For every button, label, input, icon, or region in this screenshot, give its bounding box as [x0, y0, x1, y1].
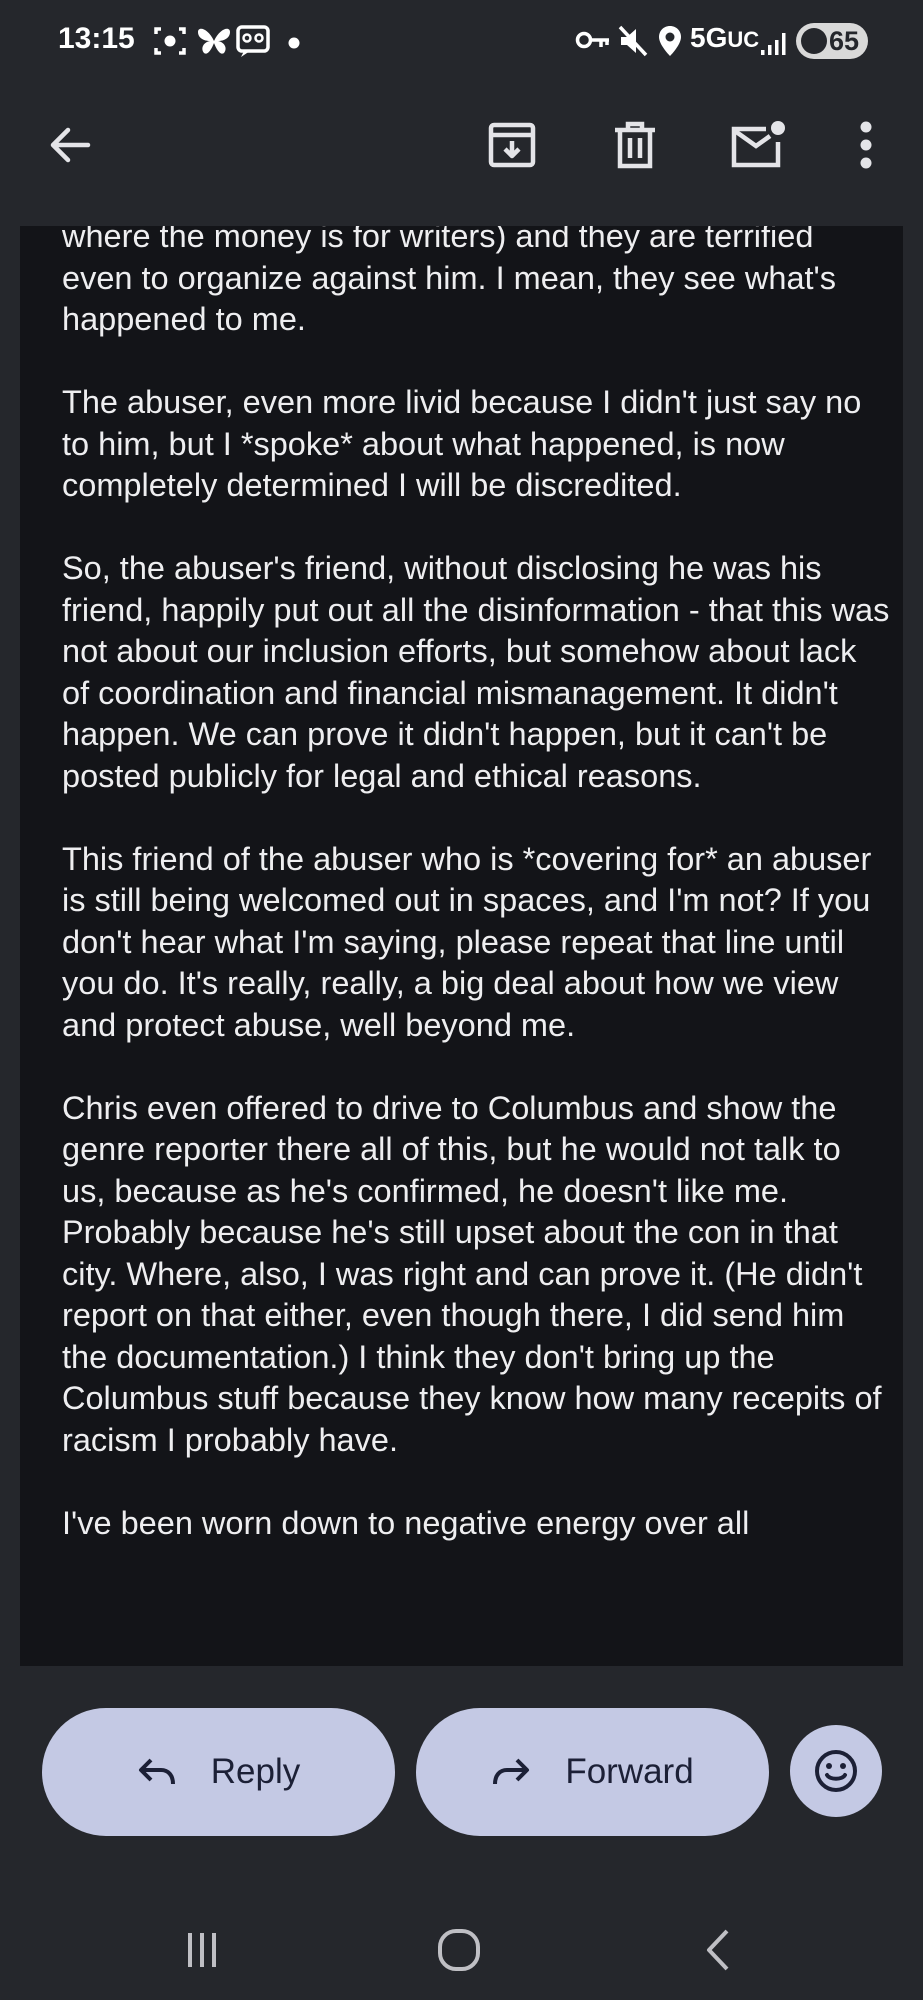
delete-button[interactable] [599, 109, 671, 181]
battery-saver-icon [801, 28, 827, 54]
recent-apps-button[interactable] [166, 1914, 238, 1986]
battery-indicator: 65 [796, 23, 868, 59]
network-suffix: UC [727, 27, 760, 52]
status-bar: 13:15 5GUC 65 [0, 0, 923, 84]
archive-icon [488, 122, 536, 168]
reply-label: Reply [210, 1752, 301, 1791]
mute-icon [617, 24, 649, 63]
system-nav-bar [0, 1900, 923, 2000]
email-paragraph: The abuser, even more livid because I di… [62, 384, 862, 503]
home-button[interactable] [423, 1914, 495, 1986]
key-icon [575, 28, 611, 57]
screen-record-icon [153, 24, 187, 63]
emoji-icon [815, 1750, 857, 1792]
network-type: 5GUC [690, 22, 760, 53]
reply-button[interactable]: Reply [42, 1708, 395, 1836]
email-body: where the money is for writers) and they… [62, 226, 892, 1586]
forward-button[interactable]: Forward [416, 1708, 769, 1836]
more-vert-icon [860, 121, 872, 169]
mark-unread-button[interactable] [722, 109, 794, 181]
dot-icon [288, 36, 300, 54]
battery-level: 65 [828, 26, 859, 56]
system-back-icon [707, 1929, 729, 1971]
archive-button[interactable] [476, 109, 548, 181]
mark-unread-icon [731, 121, 785, 168]
signal-icon [760, 30, 790, 61]
email-paragraph: This friend of the abuser who is *coveri… [62, 840, 872, 1043]
forward-label: Forward [565, 1752, 694, 1791]
reply-icon [138, 1758, 175, 1785]
email-paragraph: I've been worn down to negative energy o… [62, 1504, 750, 1541]
status-time: 13:15 [58, 22, 135, 55]
home-icon [438, 1929, 480, 1971]
voicemail-icon [236, 24, 270, 63]
recent-apps-icon [188, 1933, 216, 1967]
emoji-reaction-button[interactable] [790, 1725, 882, 1817]
back-button[interactable] [34, 109, 106, 181]
email-paragraph: So, the abuser's friend, without disclos… [62, 550, 890, 794]
delete-icon [615, 121, 655, 169]
more-options-button[interactable] [830, 109, 902, 181]
butterfly-icon [196, 24, 232, 63]
top-app-bar [0, 84, 923, 224]
system-back-button[interactable] [682, 1914, 754, 1986]
email-paragraph: where the money is for writers) and they… [62, 226, 837, 337]
back-arrow-icon [50, 127, 91, 163]
forward-icon [493, 1758, 530, 1785]
email-body-container[interactable]: where the money is for writers) and they… [20, 226, 903, 1666]
email-paragraph: Chris even offered to drive to Columbus … [62, 1089, 882, 1458]
location-icon [657, 24, 683, 63]
